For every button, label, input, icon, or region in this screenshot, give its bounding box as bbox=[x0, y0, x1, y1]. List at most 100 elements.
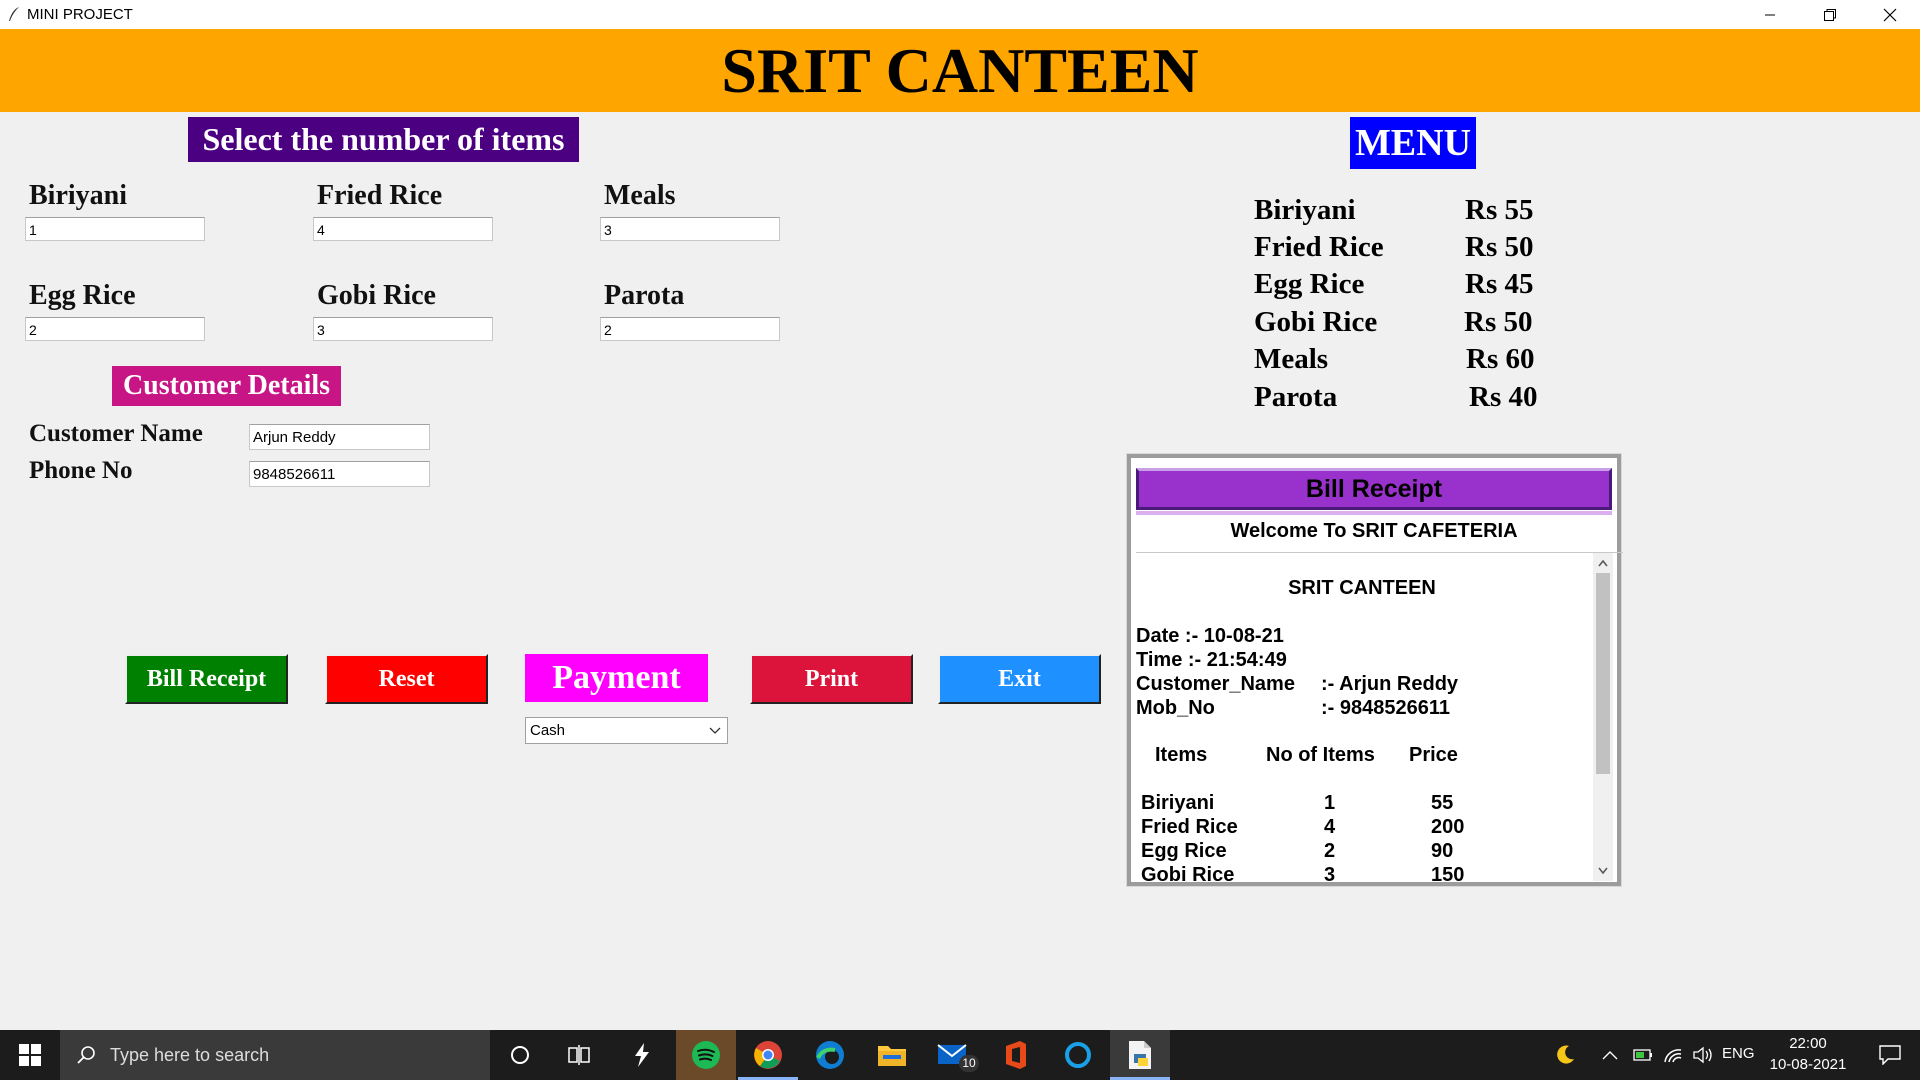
chrome-icon bbox=[754, 1041, 782, 1069]
receipt-row-price: 90 bbox=[1431, 840, 1454, 862]
phone-label: Phone No bbox=[29, 457, 133, 484]
taskbar-app-spotify[interactable] bbox=[676, 1030, 736, 1080]
receipt-title-underline bbox=[1136, 511, 1612, 515]
customer-heading: Customer Details bbox=[112, 366, 341, 406]
scroll-up-icon[interactable] bbox=[1598, 559, 1608, 567]
gobi-rice-input[interactable]: 3 bbox=[313, 317, 493, 341]
receipt-row-price: 150 bbox=[1431, 864, 1465, 881]
item-label-gobi-rice: Gobi Rice bbox=[317, 280, 436, 311]
chevron-up-icon bbox=[1602, 1051, 1618, 1060]
mail-badge: 10 bbox=[959, 1055, 979, 1072]
receipt-customer-value: :- Arjun Reddy bbox=[1321, 673, 1459, 695]
reset-button[interactable]: Reset bbox=[325, 654, 488, 704]
restore-button[interactable] bbox=[1800, 0, 1860, 29]
battery-button[interactable] bbox=[1628, 1030, 1658, 1080]
taskbar-app-office[interactable] bbox=[986, 1030, 1046, 1080]
receipt-row-item: Egg Rice bbox=[1141, 840, 1227, 862]
receipt-text-area[interactable]: SRIT CANTEEN Date :- 10-08-21 Time :- 21… bbox=[1136, 552, 1623, 881]
taskbar: Type here to search 10 ENG 22:00 10-08-2… bbox=[0, 1030, 1920, 1080]
receipt-scrollbar[interactable] bbox=[1593, 553, 1613, 881]
cortana-circle-icon bbox=[511, 1046, 529, 1064]
taskbar-app-file-explorer[interactable] bbox=[862, 1030, 922, 1080]
menu-item-price: Rs 50 bbox=[1465, 231, 1534, 263]
phone-input[interactable]: 9848526611 bbox=[249, 461, 430, 487]
taskbar-app-cortana[interactable] bbox=[1048, 1030, 1108, 1080]
task-view-button[interactable] bbox=[550, 1030, 610, 1080]
fried-rice-input[interactable]: 4 bbox=[313, 217, 493, 241]
biriyani-input[interactable]: 1 bbox=[25, 217, 205, 241]
folder-icon bbox=[878, 1046, 906, 1066]
receipt-row-item: Fried Rice bbox=[1141, 816, 1238, 838]
minimize-button[interactable] bbox=[1740, 0, 1800, 29]
item-label-egg-rice: Egg Rice bbox=[29, 280, 136, 311]
receipt-mob-label: Mob_No bbox=[1136, 697, 1215, 719]
language-indicator[interactable]: ENG bbox=[1722, 1045, 1755, 1062]
receipt-title: Bill Receipt bbox=[1136, 468, 1612, 510]
taskbar-app-mail[interactable]: 10 bbox=[924, 1030, 984, 1080]
payment-method-select[interactable]: Cash bbox=[525, 717, 728, 744]
task-view-icon bbox=[568, 1045, 590, 1065]
items-heading: Select the number of items bbox=[188, 117, 579, 162]
menu-item-price: Rs 45 bbox=[1465, 268, 1534, 300]
customer-name-input[interactable]: Arjun Reddy bbox=[249, 424, 430, 450]
menu-item-price: Rs 60 bbox=[1466, 343, 1535, 375]
battery-icon bbox=[1633, 1049, 1652, 1061]
egg-rice-input[interactable]: 2 bbox=[25, 317, 205, 341]
moon-icon bbox=[1557, 1045, 1574, 1064]
item-label-fried-rice: Fried Rice bbox=[317, 180, 443, 211]
spotify-icon bbox=[692, 1041, 720, 1069]
bolt-icon bbox=[635, 1043, 649, 1067]
payment-button[interactable]: Payment bbox=[525, 654, 708, 702]
feather-icon bbox=[9, 7, 19, 21]
receipt-welcome: Welcome To SRIT CAFETERIA bbox=[1230, 520, 1518, 542]
taskbar-clock[interactable]: 22:00 10-08-2021 bbox=[1768, 1035, 1848, 1073]
start-button[interactable] bbox=[0, 1030, 60, 1080]
volume-button[interactable] bbox=[1688, 1030, 1718, 1080]
receipt-row-count: 1 bbox=[1324, 792, 1336, 814]
bill-receipt-button[interactable]: Bill Receipt bbox=[125, 654, 288, 704]
receipt-row-price: 55 bbox=[1431, 792, 1454, 814]
cortana-button[interactable] bbox=[490, 1030, 550, 1080]
print-button[interactable]: Print bbox=[750, 654, 913, 704]
clock-time: 22:00 bbox=[1789, 1035, 1827, 1052]
python-file-icon bbox=[1129, 1041, 1151, 1069]
taskbar-app-bolt[interactable] bbox=[612, 1030, 672, 1080]
network-button[interactable] bbox=[1658, 1030, 1688, 1080]
receipt-row-count: 2 bbox=[1324, 840, 1336, 862]
close-button[interactable] bbox=[1860, 0, 1920, 29]
receipt-col-count: No of Items bbox=[1266, 744, 1375, 766]
menu-item-name: Gobi Rice bbox=[1254, 306, 1378, 338]
taskbar-app-edge[interactable] bbox=[800, 1030, 860, 1080]
taskbar-app-chrome[interactable] bbox=[738, 1030, 798, 1080]
clock-date: 10-08-2021 bbox=[1769, 1056, 1847, 1073]
window-titlebar: MINI PROJECT bbox=[0, 0, 1920, 29]
scroll-down-icon[interactable] bbox=[1598, 867, 1608, 875]
scrollbar-thumb[interactable] bbox=[1596, 573, 1610, 774]
menu-item-name: Fried Rice bbox=[1254, 231, 1384, 263]
menu-item-name: Meals bbox=[1254, 343, 1329, 375]
meals-input[interactable]: 3 bbox=[600, 217, 780, 241]
receipt-row-item: Biriyani bbox=[1141, 792, 1215, 814]
menu-item-name: Egg Rice bbox=[1254, 268, 1365, 300]
receipt-date: Date :- 10-08-21 bbox=[1136, 625, 1284, 647]
receipt-canteen: SRIT CANTEEN bbox=[1288, 577, 1436, 599]
receipt-col-price: Price bbox=[1409, 744, 1458, 766]
customer-name-label: Customer Name bbox=[29, 420, 203, 447]
receipt-row-count: 3 bbox=[1324, 864, 1336, 881]
item-label-meals: Meals bbox=[604, 180, 676, 211]
action-center-button[interactable] bbox=[1860, 1030, 1920, 1080]
show-hidden-icons-button[interactable] bbox=[1592, 1030, 1628, 1080]
search-icon bbox=[77, 1046, 95, 1064]
edge-icon bbox=[816, 1041, 844, 1069]
taskbar-app-python[interactable] bbox=[1110, 1030, 1170, 1080]
receipt-panel: Bill Receipt Welcome To SRIT CAFETERIA S… bbox=[1126, 453, 1623, 887]
window-title: MINI PROJECT bbox=[27, 6, 133, 23]
item-label-parota: Parota bbox=[604, 280, 685, 311]
exit-button[interactable]: Exit bbox=[938, 654, 1101, 704]
parota-input[interactable]: 2 bbox=[600, 317, 780, 341]
app-title: SRIT CANTEEN bbox=[721, 35, 1199, 106]
taskbar-search-placeholder: Type here to search bbox=[110, 1045, 270, 1065]
receipt-mob-value: :- 9848526611 bbox=[1321, 697, 1451, 719]
night-light-button[interactable] bbox=[1540, 1030, 1590, 1080]
taskbar-search-box[interactable]: Type here to search bbox=[60, 1030, 490, 1080]
